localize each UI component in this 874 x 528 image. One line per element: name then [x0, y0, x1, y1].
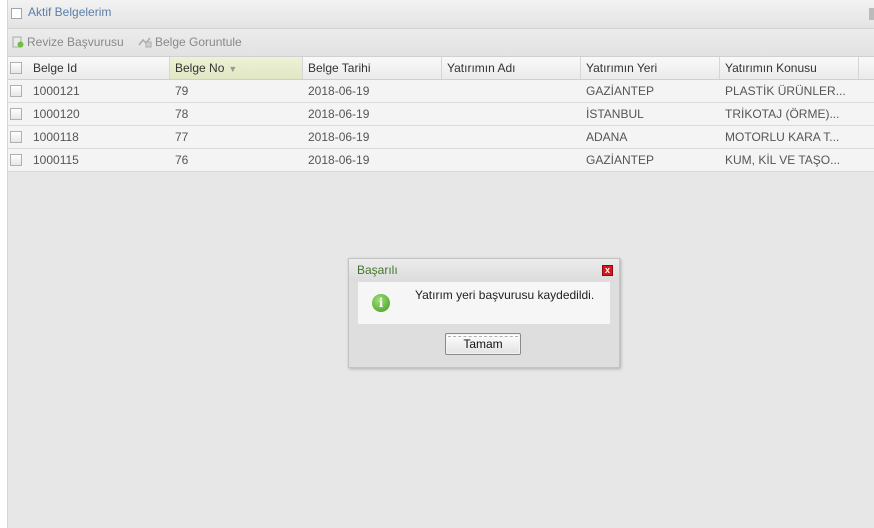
dialog-title: Başarılı: [357, 263, 398, 277]
success-dialog: Başarılı x i Yatırım yeri başvurusu kayd…: [348, 258, 620, 368]
row-select-cell[interactable]: [8, 103, 28, 125]
add-document-icon: [12, 36, 24, 51]
cell-belge-tarihi: 2018-06-19: [308, 84, 370, 98]
header-belge-no[interactable]: Belge No ▼: [170, 57, 303, 79]
table-row[interactable]: 1000121 79 2018-06-19 GAZİANTEP PLASTİK …: [8, 80, 874, 103]
cell-yatirimin-konusu: PLASTİK ÜRÜNLER...: [725, 84, 846, 98]
row-checkbox[interactable]: [10, 108, 22, 120]
row-checkbox[interactable]: [10, 85, 22, 97]
header-belge-id[interactable]: Belge Id: [28, 57, 170, 79]
toolbar: Revize Başvurusu Belge Goruntule: [8, 29, 874, 57]
grid-header: Belge Id Belge No ▼ Belge Tarihi Yatırımı…: [8, 57, 874, 80]
header-yatirimin-yeri[interactable]: Yatırımın Yeri: [581, 57, 720, 79]
cell-belge-tarihi: 2018-06-19: [308, 130, 370, 144]
cell-belge-no: 77: [175, 130, 189, 144]
select-all-cell[interactable]: [8, 57, 28, 79]
sort-desc-icon: ▼: [228, 64, 238, 74]
belge-goruntule-label: Belge Goruntule: [155, 35, 242, 49]
table-row[interactable]: 1000118 77 2018-06-19 ADANA MOTORLU KARA…: [8, 126, 874, 149]
cell-yatirimin-yeri: GAZİANTEP: [586, 153, 655, 167]
row-checkbox[interactable]: [10, 131, 22, 143]
panel-header: Aktif Belgelerim: [8, 0, 874, 29]
close-icon[interactable]: x: [602, 265, 613, 276]
revize-basvurusu-label: Revize Başvurusu: [27, 35, 124, 49]
panel-icon: [11, 8, 22, 19]
cell-yatirimin-konusu: KUM, KİL VE TAŞO...: [725, 153, 841, 167]
cell-belge-id: 1000118: [33, 130, 79, 144]
header-belge-no-label: Belge No: [175, 61, 225, 75]
cell-yatirimin-adi: [442, 80, 581, 102]
cell-yatirimin-adi: [442, 103, 581, 125]
row-select-cell[interactable]: [8, 149, 28, 171]
table-row[interactable]: 1000115 76 2018-06-19 GAZİANTEP KUM, KİL…: [8, 149, 874, 172]
tamam-button[interactable]: Tamam: [445, 333, 521, 355]
row-select-cell[interactable]: [8, 126, 28, 148]
cell-belge-no: 79: [175, 84, 189, 98]
cell-yatirimin-yeri: İSTANBUL: [586, 107, 644, 121]
cell-yatirimin-konusu: TRİKOTAJ (ÖRME)...: [725, 107, 840, 121]
cell-belge-id: 1000115: [33, 153, 79, 167]
belge-goruntule-button[interactable]: Belge Goruntule: [138, 35, 242, 51]
header-belge-tarihi[interactable]: Belge Tarihi: [303, 57, 442, 79]
cell-yatirimin-konusu: MOTORLU KARA T...: [725, 130, 840, 144]
panel-title: Aktif Belgelerim: [28, 5, 112, 19]
cell-yatirimin-adi: [442, 126, 581, 148]
cell-belge-no: 78: [175, 107, 189, 121]
select-all-checkbox[interactable]: [10, 62, 22, 74]
cell-yatirimin-adi: [442, 149, 581, 171]
dialog-titlebar[interactable]: Başarılı x: [349, 259, 619, 281]
collapse-handle[interactable]: [869, 8, 874, 20]
view-document-icon: [138, 36, 152, 51]
cell-belge-id: 1000121: [33, 84, 80, 98]
cell-belge-no: 76: [175, 153, 189, 167]
info-icon: i: [372, 294, 390, 312]
cell-belge-tarihi: 2018-06-19: [308, 153, 370, 167]
table-row[interactable]: 1000120 78 2018-06-19 İSTANBUL TRİKOTAJ …: [8, 103, 874, 126]
dialog-message: Yatırım yeri başvurusu kaydedildi.: [415, 288, 595, 302]
cell-belge-id: 1000120: [33, 107, 80, 121]
header-yatirimin-konusu[interactable]: Yatırımın Konusu: [720, 57, 859, 79]
cell-yatirimin-yeri: ADANA: [586, 130, 628, 144]
header-yatirimin-adi[interactable]: Yatırımın Adı: [442, 57, 581, 79]
dialog-body: i Yatırım yeri başvurusu kaydedildi.: [358, 282, 610, 324]
row-checkbox[interactable]: [10, 154, 22, 166]
row-select-cell[interactable]: [8, 80, 28, 102]
cell-belge-tarihi: 2018-06-19: [308, 107, 370, 121]
revize-basvurusu-button[interactable]: Revize Başvurusu: [12, 35, 124, 51]
cell-yatirimin-yeri: GAZİANTEP: [586, 84, 655, 98]
